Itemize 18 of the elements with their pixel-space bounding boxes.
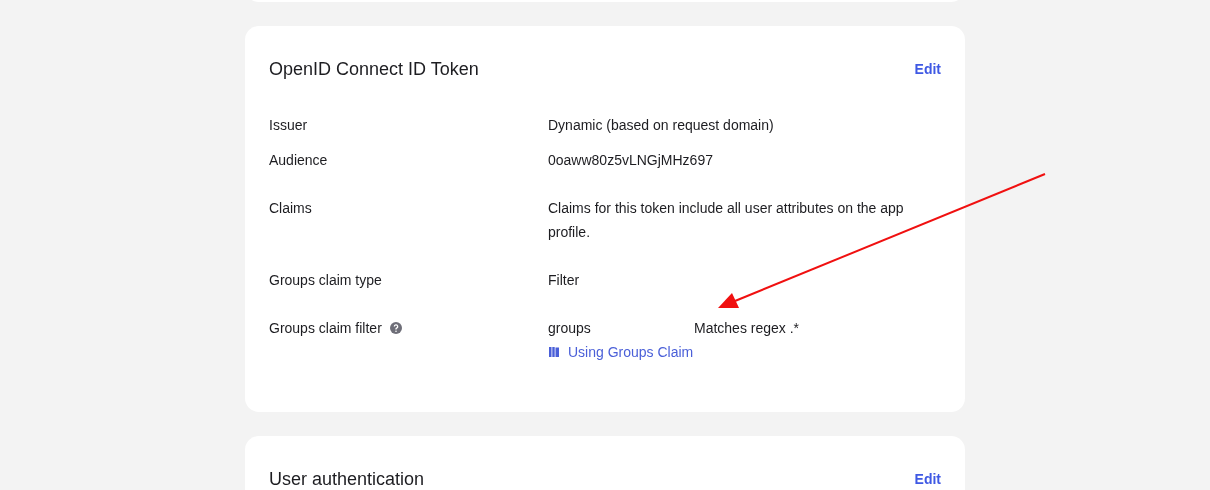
help-icon[interactable] [389, 322, 402, 334]
field-value: Filter [548, 271, 580, 290]
field-value: Claims for this token include all user attributes on the app profile. [548, 199, 905, 242]
book-icon [548, 346, 560, 358]
edit-link[interactable]: Edit [914, 61, 941, 77]
field-label: Issuer [269, 116, 308, 135]
field-label: Audience [269, 151, 328, 170]
field-value: groups [548, 319, 592, 338]
doc-link[interactable]: Using Groups Claim [548, 340, 694, 364]
field-label: Claims [269, 199, 312, 218]
field-label: Groups claim type [269, 271, 382, 290]
edit-link[interactable]: Edit [914, 471, 941, 487]
field-label: Groups claim filter [269, 319, 382, 338]
field-value: Dynamic (based on request domain) [548, 116, 774, 135]
field-value: Matches regex .* [694, 319, 800, 338]
field-value: 0oaww80z5vLNGjMHz697 [548, 151, 713, 170]
card-title: User authentication [269, 468, 425, 490]
card-title: OpenID Connect ID Token [269, 58, 479, 80]
